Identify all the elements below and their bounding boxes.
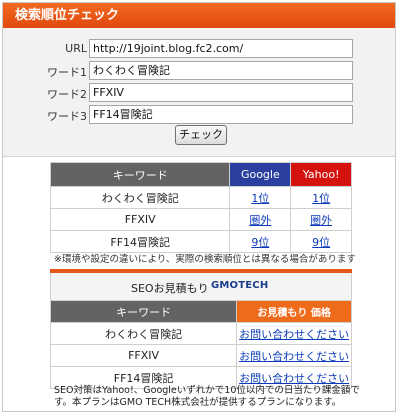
yahoo-rank-link[interactable]: 9位 — [312, 236, 330, 249]
seo-estimate-title: SEOお見積もり — [131, 282, 209, 295]
yahoo-rank-link[interactable]: 圏外 — [310, 214, 332, 227]
keyword-column-header: キーワード — [49, 162, 231, 187]
table-row: FFXIV お問い合わせください — [49, 344, 352, 367]
seo-estimate-table: キーワード お見積もり 価格 わくわく冒険記 お問い合わせください FFXIV … — [49, 300, 352, 389]
gmotech-logo: GMOTECH — [211, 280, 269, 291]
ranking-disclaimer: ※環境や設定の違いにより、実際の検索順位とは異なる場合があります — [54, 254, 356, 265]
keyword3-label: ワード3 — [47, 110, 87, 123]
google-column-header: Google — [229, 162, 292, 187]
seo-estimate-header: SEOお見積もり GMOTECH — [50, 273, 352, 300]
ranking-table: キーワード Google Yahoo! わくわく冒険記 1位 1位 FFXIV … — [49, 162, 352, 253]
check-form: URL http://19joint.blog.fc2.com/ ワード1 わく… — [3, 28, 395, 157]
keyword-cell: わくわく冒険記 — [49, 322, 238, 345]
keyword1-label: ワード1 — [47, 66, 87, 79]
yahoo-rank-link[interactable]: 1位 — [312, 192, 330, 205]
table-row: FFXIV 圏外 圏外 — [49, 208, 352, 231]
seo-keyword-column-header: キーワード — [49, 300, 238, 323]
google-rank-link[interactable]: 9位 — [251, 236, 269, 249]
seo-footer-line1: SEO対策はYahoo!、Googleいずれかで10位以内での日当たり課金額で — [54, 385, 360, 396]
url-label: URL — [65, 42, 87, 55]
contact-link[interactable]: お問い合わせください — [239, 350, 349, 363]
seo-price-column-header: お見積もり 価格 — [236, 300, 352, 323]
contact-link[interactable]: お問い合わせください — [239, 372, 349, 385]
keyword3-row: ワード3 FF14冒険記 — [3, 105, 395, 125]
keyword-cell: FF14冒険記 — [49, 230, 231, 253]
contact-link[interactable]: お問い合わせください — [239, 328, 349, 341]
keyword2-label: ワード2 — [47, 88, 87, 101]
google-rank-link[interactable]: 1位 — [251, 192, 269, 205]
google-rank-link[interactable]: 圏外 — [249, 214, 271, 227]
widget-title: 検索順位チェック — [3, 3, 395, 28]
keyword-cell: わくわく冒険記 — [49, 186, 231, 209]
yahoo-column-header: Yahoo! — [290, 162, 352, 187]
keyword2-input[interactable]: FFXIV — [89, 83, 353, 102]
keyword2-row: ワード2 FFXIV — [3, 83, 395, 103]
seo-footer-note: SEO対策はYahoo!、Googleいずれかで10位以内での日当たり課金額で … — [54, 385, 360, 409]
seo-header-row: キーワード お見積もり 価格 — [49, 300, 352, 323]
keyword-cell: FFXIV — [49, 208, 231, 231]
rank-check-widget: 検索順位チェック URL http://19joint.blog.fc2.com… — [2, 2, 396, 412]
check-button[interactable]: チェック — [175, 125, 227, 145]
table-row: わくわく冒険記 1位 1位 — [49, 186, 352, 209]
keyword1-row: ワード1 わくわく冒険記 — [3, 61, 395, 81]
keyword1-input[interactable]: わくわく冒険記 — [89, 61, 353, 80]
seo-footer-line2: す。本プランはGMO TECH株式会社が提供するプランになります。 — [54, 397, 342, 408]
table-row: FF14冒険記 9位 9位 — [49, 230, 352, 253]
keyword3-input[interactable]: FF14冒険記 — [89, 105, 353, 124]
keyword-cell: FFXIV — [49, 344, 238, 367]
url-input[interactable]: http://19joint.blog.fc2.com/ — [89, 39, 353, 58]
url-row: URL http://19joint.blog.fc2.com/ — [3, 39, 395, 59]
ranking-header-row: キーワード Google Yahoo! — [49, 162, 352, 187]
table-row: わくわく冒険記 お問い合わせください — [49, 322, 352, 345]
